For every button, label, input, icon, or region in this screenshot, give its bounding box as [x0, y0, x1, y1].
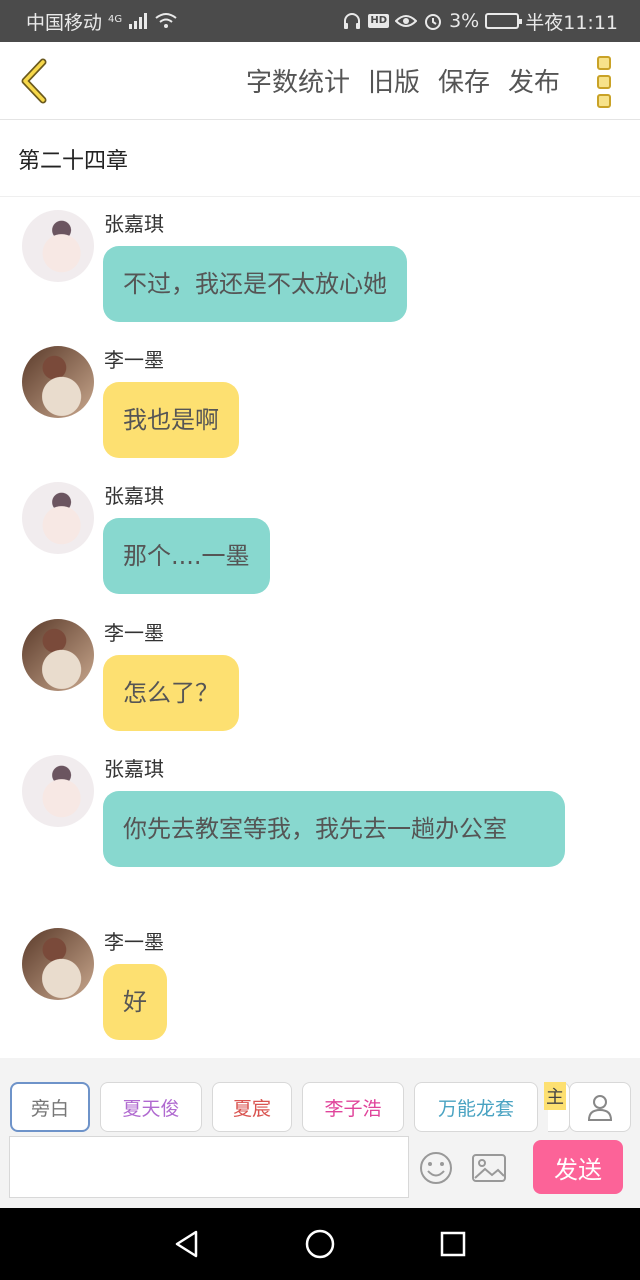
role-li-zihao[interactable]: 李子浩 [302, 1082, 404, 1132]
message-bubble[interactable]: 好 [103, 964, 167, 1040]
role-xia-tianjun[interactable]: 夏天俊 [100, 1082, 202, 1132]
chevron-left-icon [21, 58, 47, 104]
role-main-label[interactable]: 主 [544, 1082, 566, 1110]
message-bubble[interactable]: 怎么了？ [103, 655, 239, 731]
sender-name: 张嘉琪 [104, 484, 164, 508]
system-nav-bar [0, 1208, 640, 1280]
person-icon [587, 1095, 613, 1121]
clock: 半夜11:11 [525, 11, 618, 34]
emoji-button[interactable] [418, 1150, 454, 1186]
hd-icon: HD [368, 14, 390, 28]
message-list: 张嘉琪 不过，我还是不太放心她 李一墨 我也是啊 张嘉琪 那个....一墨 李一… [0, 198, 640, 1058]
avatar[interactable] [22, 928, 94, 1000]
avatar[interactable] [22, 755, 94, 827]
more-vertical-icon [597, 56, 611, 70]
message-bubble[interactable]: 我也是啊 [103, 382, 239, 458]
triangle-back-icon [175, 1230, 197, 1258]
nav-recents-button[interactable] [433, 1224, 473, 1264]
smiley-icon [420, 1152, 452, 1184]
message-bubble[interactable]: 不过，我还是不太放心她 [103, 246, 407, 322]
compose-area: 旁白 夏天俊 夏宸 李子浩 万能龙套 主 发送 [0, 1058, 640, 1208]
role-extra[interactable]: 万能龙套 [414, 1082, 538, 1132]
alarm-icon [423, 11, 443, 31]
headphones-icon [342, 12, 362, 30]
avatar[interactable] [22, 619, 94, 691]
add-role-button[interactable] [569, 1082, 631, 1132]
sender-name: 张嘉琪 [104, 212, 164, 236]
nav-back-button[interactable] [167, 1224, 207, 1264]
nav-home-button[interactable] [300, 1224, 340, 1264]
sender-name: 李一墨 [104, 930, 164, 954]
role-xia-chen[interactable]: 夏宸 [212, 1082, 292, 1132]
back-button[interactable] [14, 56, 54, 106]
role-selector: 旁白 夏天俊 夏宸 李子浩 万能龙套 [10, 1082, 538, 1132]
status-bar: 中国移动 4G HD 3% 半夜11:11 [0, 0, 640, 42]
word-count-button[interactable]: 字数统计 [246, 62, 350, 99]
wifi-icon [154, 12, 178, 30]
old-version-button[interactable]: 旧版 [368, 62, 420, 99]
message-bubble[interactable]: 你先去教室等我，我先去一趟办公室 [103, 791, 565, 867]
sender-name: 李一墨 [104, 348, 164, 372]
role-narrator[interactable]: 旁白 [10, 1082, 90, 1132]
save-button[interactable]: 保存 [438, 62, 490, 99]
circle-home-icon [305, 1229, 335, 1259]
publish-button[interactable]: 发布 [508, 62, 560, 99]
square-recents-icon [441, 1231, 466, 1257]
chapter-title[interactable]: 第二十四章 [0, 121, 640, 197]
avatar[interactable] [22, 482, 94, 554]
battery-icon [485, 13, 523, 29]
signal-icon [128, 13, 148, 29]
sender-name: 李一墨 [104, 621, 164, 645]
avatar[interactable] [22, 346, 94, 418]
image-icon [472, 1154, 506, 1182]
editor-toolbar: 字数统计 旧版 保存 发布 [0, 42, 640, 120]
avatar[interactable] [22, 210, 94, 282]
eye-icon [395, 14, 418, 28]
network-label: 4G [108, 13, 123, 25]
message-bubble[interactable]: 那个....一墨 [103, 518, 270, 594]
send-button[interactable]: 发送 [533, 1140, 623, 1194]
carrier-label: 中国移动 [26, 11, 103, 34]
sender-name: 张嘉琪 [104, 757, 164, 781]
message-input[interactable] [9, 1136, 409, 1198]
image-button[interactable] [471, 1152, 507, 1184]
battery-percent: 3% [449, 10, 480, 32]
more-button[interactable] [592, 56, 616, 108]
